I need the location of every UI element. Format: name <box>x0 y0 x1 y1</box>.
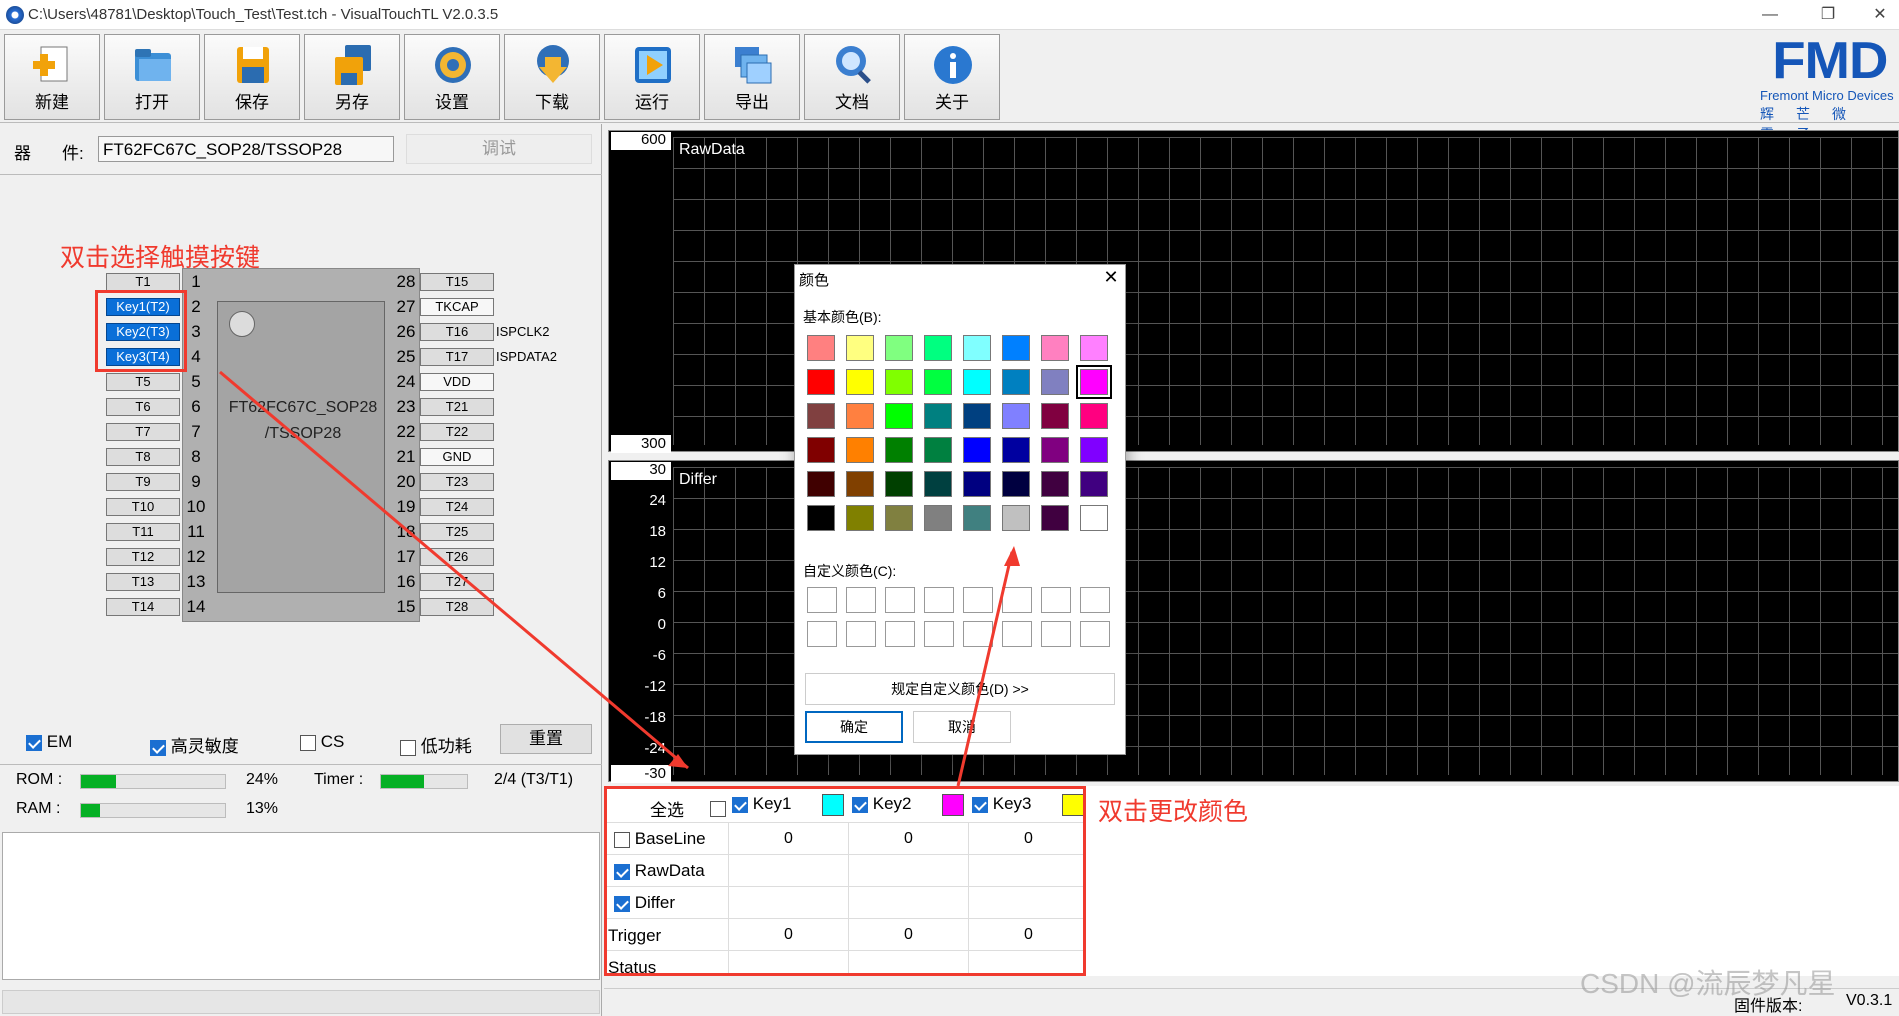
arrow-line <box>956 551 1014 787</box>
arrow-line <box>219 370 689 770</box>
arrowhead <box>668 754 688 768</box>
arrowhead <box>1004 546 1020 566</box>
annotation-arrows <box>219 370 1020 787</box>
